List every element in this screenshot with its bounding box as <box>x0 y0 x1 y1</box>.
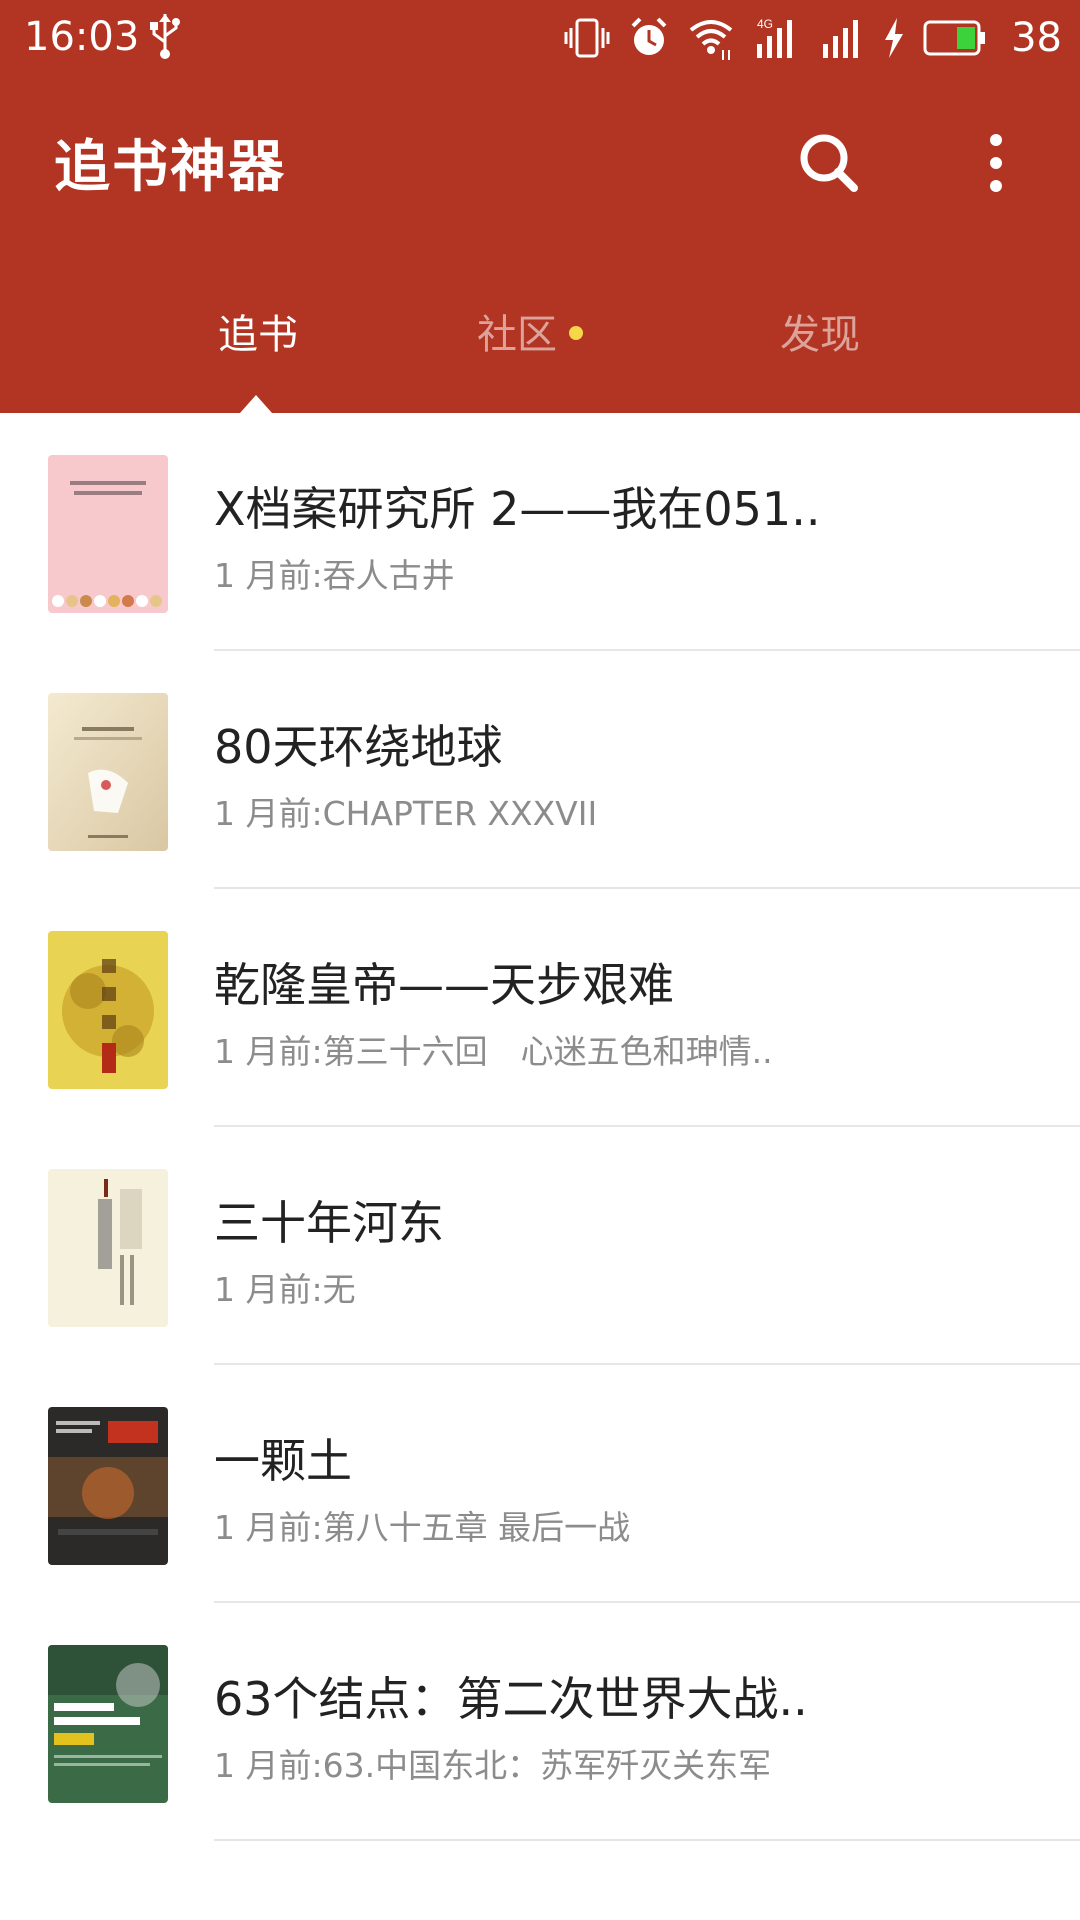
book-item[interactable]: 一颗土 1 月前:第八十五章 最后一战 <box>0 1365 1080 1603</box>
book-item[interactable]: X档案研究所 2——我在051.. 1 月前:吞人古井 <box>0 413 1080 651</box>
book-cover <box>48 1645 168 1803</box>
network-type: 4G <box>757 17 773 31</box>
book-cover <box>48 1169 168 1327</box>
tab-indicator <box>240 395 272 413</box>
tab-label: 追书 <box>218 312 298 358</box>
book-title: X档案研究所 2——我在051.. <box>214 482 821 536</box>
tab-label: 发现 <box>780 312 860 358</box>
divider <box>214 1839 1080 1841</box>
tab-bar: 追书 社区 发现 <box>0 280 1080 380</box>
book-title: 一颗土 <box>214 1434 352 1488</box>
search-icon[interactable] <box>794 128 864 198</box>
book-item[interactable]: 63个结点：第二次世界大战.. 1 月前:63.中国东北：苏军歼灭关东军 <box>0 1603 1080 1841</box>
battery-icon <box>923 20 986 56</box>
book-title: 三十年河东 <box>214 1196 444 1250</box>
book-cover <box>48 455 168 613</box>
book-title: 80天环绕地球 <box>214 720 503 774</box>
book-item[interactable]: 三十年河东 1 月前:无 <box>0 1127 1080 1365</box>
book-cover <box>48 1407 168 1565</box>
book-latest-chapter: 1 月前:CHAPTER XXXVII <box>214 794 598 833</box>
book-item[interactable]: 乾隆皇帝——天步艰难 1 月前:第三十六回 心迷五色和珅情.. <box>0 889 1080 1127</box>
app-title: 追书神器 <box>54 135 286 200</box>
alarm-icon <box>631 17 667 55</box>
header: 16:03 4G 38 追书神器 追书 社区 发现 <box>0 0 1080 413</box>
app: 16:03 4G 38 追书神器 追书 社区 发现 X档案研究所 2——我在05… <box>0 0 1080 1920</box>
book-latest-chapter: 1 月前:无 <box>214 1270 356 1309</box>
notification-dot <box>569 326 583 340</box>
status-icons: 4G 38 <box>563 10 1062 66</box>
charging-icon <box>885 18 904 58</box>
book-cover <box>48 931 168 1089</box>
tab-zhuishu[interactable]: 追书 <box>168 302 348 362</box>
tab-discover[interactable]: 发现 <box>730 302 910 362</box>
book-latest-chapter: 1 月前:第八十五章 最后一战 <box>214 1508 631 1547</box>
tab-community[interactable]: 社区 <box>440 302 620 362</box>
usb-icon <box>150 14 180 59</box>
status-bar: 16:03 4G 38 <box>0 0 1080 76</box>
book-latest-chapter: 1 月前:吞人古井 <box>214 556 455 595</box>
book-list: X档案研究所 2——我在051.. 1 月前:吞人古井 80天环绕地球 1 月前… <box>0 413 1080 1841</box>
book-title: 63个结点：第二次世界大战.. <box>214 1672 808 1726</box>
book-latest-chapter: 1 月前:63.中国东北：苏军歼灭关东军 <box>214 1746 772 1785</box>
signal-icon-2 <box>823 20 859 58</box>
toolbar: 追书神器 <box>0 76 1080 246</box>
status-time: 16:03 <box>24 14 140 60</box>
book-cover <box>48 693 168 851</box>
vibrate-icon <box>564 18 610 58</box>
book-item[interactable]: 80天环绕地球 1 月前:CHAPTER XXXVII <box>0 651 1080 889</box>
wifi-icon <box>689 20 733 60</box>
battery-level: 38 <box>1011 15 1062 61</box>
more-vert-icon[interactable] <box>976 128 1016 198</box>
book-title: 乾隆皇帝——天步艰难 <box>214 958 674 1012</box>
book-latest-chapter: 1 月前:第三十六回 心迷五色和珅情.. <box>214 1032 773 1071</box>
signal-icon: 4G <box>757 17 793 58</box>
tab-label: 社区 <box>477 312 557 358</box>
